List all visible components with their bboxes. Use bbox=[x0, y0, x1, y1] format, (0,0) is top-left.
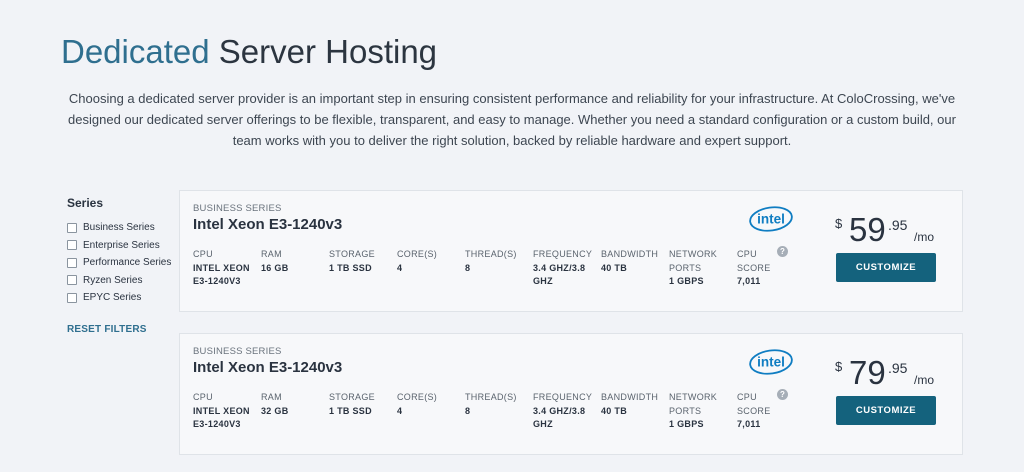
spec-threads: THREAD(S) 8 bbox=[465, 391, 529, 418]
spec-bandwidth: BANDWIDTH 40 TB bbox=[601, 248, 663, 275]
spec-threads: THREAD(S) 8 bbox=[465, 248, 529, 275]
spec-label: STORAGE bbox=[329, 392, 375, 402]
spec-storage: STORAGE 1 TB SSD bbox=[329, 248, 393, 275]
spec-cpu: CPU INTEL XEON E3-1240V3 bbox=[193, 391, 257, 432]
filter-epyc-series[interactable]: EPYC Series bbox=[67, 289, 177, 307]
spec-cpu-score: CPU SCORE 7,011 bbox=[737, 248, 775, 289]
spec-label: RAM bbox=[261, 392, 282, 402]
server-name: Intel Xeon E3-1240v3 bbox=[193, 359, 343, 376]
spec-label: THREAD(S) bbox=[465, 249, 517, 259]
spec-frequency: FREQUENCY 3.4 GHZ/3.8 GHZ bbox=[533, 391, 595, 432]
brand-logo-text: intel bbox=[757, 355, 785, 370]
spec-ram: RAM 16 GB bbox=[261, 248, 323, 275]
spec-label: STORAGE bbox=[329, 249, 375, 259]
spec-cpu-score: CPU SCORE 7,011 bbox=[737, 391, 775, 432]
price-cents: .95 bbox=[888, 360, 908, 376]
spec-label: NETWORK PORTS bbox=[669, 249, 718, 273]
spec-value: 4 bbox=[397, 262, 403, 273]
page-title: Dedicated Server Hosting bbox=[61, 32, 437, 72]
spec-label: CPU SCORE bbox=[737, 392, 771, 416]
checkbox[interactable] bbox=[67, 257, 77, 268]
spec-label: CPU bbox=[193, 392, 213, 402]
intel-logo-icon: intel bbox=[749, 349, 793, 375]
spec-network-ports: NETWORK PORTS 1 GBPS bbox=[669, 248, 727, 289]
reset-filters-link[interactable]: RESET FILTERS bbox=[67, 324, 147, 335]
price-amount: 79 bbox=[849, 354, 886, 391]
server-name: Intel Xeon E3-1240v3 bbox=[193, 216, 343, 233]
spec-value: 3.4 GHZ/3.8 GHZ bbox=[533, 262, 586, 287]
spec-cpu: CPU INTEL XEON E3-1240V3 bbox=[193, 248, 257, 289]
price-period: /mo bbox=[914, 230, 935, 244]
checkbox[interactable] bbox=[67, 275, 77, 286]
filter-title: Series bbox=[67, 196, 104, 210]
spec-value: 16 GB bbox=[261, 262, 289, 273]
intel-logo-icon: intel bbox=[749, 206, 793, 232]
spec-label: RAM bbox=[261, 249, 282, 259]
spec-cores: CORE(S) 4 bbox=[397, 248, 459, 275]
spec-value: 40 TB bbox=[601, 405, 628, 416]
spec-value: 4 bbox=[397, 405, 403, 416]
spec-value: INTEL XEON E3-1240V3 bbox=[193, 262, 250, 287]
series-filter-panel: Series Business Series Enterprise Series… bbox=[67, 196, 177, 337]
checkbox[interactable] bbox=[67, 240, 77, 251]
spec-value: 40 TB bbox=[601, 262, 628, 273]
spec-cores: CORE(S) 4 bbox=[397, 391, 459, 418]
spec-value: 1 GBPS bbox=[669, 419, 704, 429]
spec-value: 8 bbox=[465, 262, 471, 273]
brand-logo-text: intel bbox=[757, 212, 785, 227]
price-cents: .95 bbox=[888, 217, 908, 233]
series-label: BUSINESS SERIES bbox=[193, 346, 282, 357]
spec-value: 3.4 GHZ/3.8 GHZ bbox=[533, 405, 586, 430]
price-currency: $ bbox=[835, 359, 843, 374]
filter-ryzen-series[interactable]: Ryzen Series bbox=[67, 272, 177, 290]
spec-storage: STORAGE 1 TB SSD bbox=[329, 391, 393, 418]
spec-label: NETWORK PORTS bbox=[669, 392, 718, 416]
spec-label: CORE(S) bbox=[397, 249, 438, 259]
price-period: /mo bbox=[914, 373, 935, 387]
spec-ram: RAM 32 GB bbox=[261, 391, 323, 418]
intro-paragraph: Choosing a dedicated server provider is … bbox=[68, 91, 956, 148]
spec-label: BANDWIDTH bbox=[601, 392, 659, 402]
spec-label: CPU bbox=[193, 249, 213, 259]
spec-value: 7,011 bbox=[737, 276, 761, 286]
filter-label: EPYC Series bbox=[83, 292, 142, 304]
spec-value: INTEL XEON E3-1240V3 bbox=[193, 405, 250, 430]
spec-label: FREQUENCY bbox=[533, 249, 593, 259]
spec-value: 1 TB SSD bbox=[329, 405, 372, 416]
server-card: BUSINESS SERIES Intel Xeon E3-1240v3 CPU… bbox=[179, 190, 963, 312]
filter-performance-series[interactable]: Performance Series bbox=[67, 254, 177, 272]
checkbox[interactable] bbox=[67, 292, 77, 303]
filter-label: Performance Series bbox=[83, 257, 172, 269]
spec-value: 7,011 bbox=[737, 419, 761, 429]
page-title-rest: Server Hosting bbox=[218, 33, 438, 70]
filter-label: Ryzen Series bbox=[83, 274, 143, 286]
spec-value: 1 TB SSD bbox=[329, 262, 372, 273]
help-icon[interactable]: ? bbox=[777, 246, 788, 257]
spec-label: BANDWIDTH bbox=[601, 249, 659, 259]
spec-network-ports: NETWORK PORTS 1 GBPS bbox=[669, 391, 727, 432]
spec-label: CORE(S) bbox=[397, 392, 438, 402]
spec-value: 8 bbox=[465, 405, 471, 416]
filter-enterprise-series[interactable]: Enterprise Series bbox=[67, 237, 177, 255]
checkbox[interactable] bbox=[67, 222, 77, 233]
series-label: BUSINESS SERIES bbox=[193, 203, 282, 214]
page-title-accent: Dedicated bbox=[61, 33, 210, 70]
spec-value: 32 GB bbox=[261, 405, 289, 416]
price-amount: 59 bbox=[849, 211, 886, 248]
spec-bandwidth: BANDWIDTH 40 TB bbox=[601, 391, 663, 418]
customize-button[interactable]: CUSTOMIZE bbox=[836, 253, 936, 282]
server-card: BUSINESS SERIES Intel Xeon E3-1240v3 CPU… bbox=[179, 333, 963, 455]
filter-label: Business Series bbox=[83, 222, 155, 234]
spec-label: FREQUENCY bbox=[533, 392, 593, 402]
filter-business-series[interactable]: Business Series bbox=[67, 219, 177, 237]
filter-label: Enterprise Series bbox=[83, 239, 160, 251]
spec-label: THREAD(S) bbox=[465, 392, 517, 402]
customize-button[interactable]: CUSTOMIZE bbox=[836, 396, 936, 425]
spec-frequency: FREQUENCY 3.4 GHZ/3.8 GHZ bbox=[533, 248, 595, 289]
price-currency: $ bbox=[835, 216, 843, 231]
spec-label: CPU SCORE bbox=[737, 249, 771, 273]
spec-value: 1 GBPS bbox=[669, 276, 704, 286]
help-icon[interactable]: ? bbox=[777, 389, 788, 400]
